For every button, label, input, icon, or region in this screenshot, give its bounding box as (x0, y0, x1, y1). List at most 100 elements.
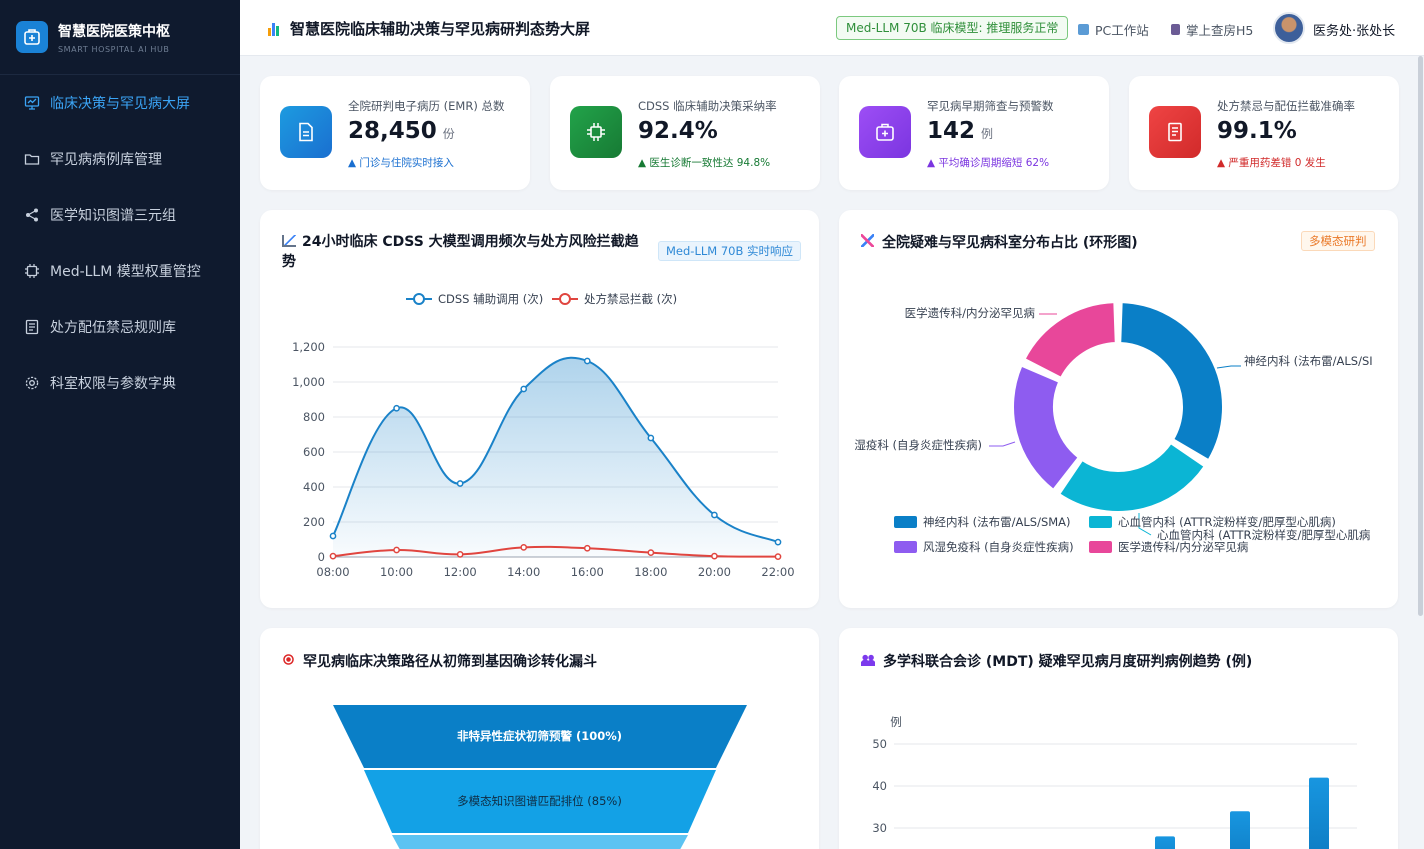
bar (1309, 777, 1329, 849)
funnel-stage (392, 835, 688, 849)
data-point (393, 546, 400, 554)
user-name[interactable]: 医务处·张处长 (1313, 20, 1395, 39)
legend-label: CDSS 辅助调用 (次) (438, 292, 543, 306)
medical-kit-icon (859, 106, 911, 158)
y-tick-label: 800 (303, 410, 325, 424)
x-tick-label: 10:00 (380, 565, 413, 579)
app-name: 智慧医院医策中枢 (58, 23, 170, 40)
funnel-stage-label: 多模态知识图谱匹配排位 (85%) (457, 794, 622, 808)
sidebar-item-label: 医学知识图谱三元组 (50, 208, 176, 224)
legend-swatch (1089, 516, 1112, 528)
donut-callout-neuro: 神经内科 (法布雷/ALS/SI (1244, 354, 1373, 368)
line-chart-panel: 24小时临床 CDSS 大模型调用频次与处方风险拦截趋势 Med-LLM 70B… (260, 210, 819, 608)
scrollbar-track[interactable] (1417, 56, 1424, 849)
bar-chart-icon (268, 22, 282, 36)
sidebar-item-prescription-rules[interactable]: 处方配伍禁忌规则库 (0, 299, 240, 355)
document-icon (25, 319, 39, 335)
kpi-label: 罕见病早期筛查与预警数 (927, 99, 1054, 113)
data-point (329, 532, 337, 540)
y-tick-label: 30 (872, 821, 887, 835)
data-point (774, 553, 782, 560)
kpi-label: 全院研判电子病历 (EMR) 总数 (348, 99, 505, 113)
donut-slice (1023, 301, 1117, 379)
kpi-value: 92.4% (638, 118, 718, 144)
x-tick-label: 20:00 (698, 565, 731, 579)
x-tick-label: 22:00 (761, 565, 794, 579)
y-tick-label: 400 (303, 480, 325, 494)
cdss-area (333, 357, 778, 557)
sidebar-item-settings[interactable]: 科室权限与参数字典 (0, 355, 240, 411)
donut-callout-genetics: 医学遗传科/内分泌罕见病 (905, 306, 1036, 320)
y-tick-label: 50 (872, 737, 887, 751)
sidebar-item-model-weights[interactable]: Med-LLM 模型权重管控 (0, 243, 240, 299)
legend-label: 心血管内科 (ATTR淀粉样变/肥厚型心肌病) (1118, 515, 1336, 529)
donut-slice (1012, 364, 1080, 491)
data-point (583, 544, 591, 552)
sidebar-item-label: Med-LLM 模型权重管控 (50, 264, 201, 280)
legend-marker (413, 293, 425, 305)
hospital-logo-icon (16, 21, 48, 53)
kpi-trend: ▲ 门诊与住院实时接入 (348, 157, 454, 169)
data-point (583, 357, 591, 365)
prescription-icon (1149, 106, 1201, 158)
page-title: 智慧医院临床辅助决策与罕见病研判态势大屏 (268, 18, 590, 39)
sidebar-item-label: 科室权限与参数字典 (50, 376, 176, 392)
share-icon (26, 208, 38, 222)
model-status-badge: Med-LLM 70B 临床模型: 推理服务正常 (836, 16, 1069, 40)
app-subtitle: SMART HOSPITAL AI HUB (58, 44, 170, 54)
data-point (520, 385, 528, 393)
kpi-value: 99.1% (1217, 118, 1297, 144)
callout-line (989, 441, 1016, 447)
bar-chart: 例 30 40 50 (872, 715, 1357, 849)
kpi-label: 处方禁忌与配伍拦截准确率 (1217, 99, 1355, 113)
phone-icon (1171, 24, 1180, 35)
donut-chart: 医学遗传科/内分泌罕见病 神经内科 (法布雷/ALS/SI 湿疫科 (自身炎症性… (854, 301, 1373, 554)
legend-swatch (1089, 541, 1112, 553)
scrollbar-thumb[interactable] (1418, 56, 1423, 616)
data-point (456, 551, 464, 558)
kpi-trend: ▲ 医生诊断一致性达 94.8% (638, 157, 771, 169)
top-header: 智慧医院临床辅助决策与罕见病研判态势大屏 Med-LLM 70B 临床模型: 推… (240, 0, 1424, 56)
kpi-trend: ▲ 平均确诊周期缩短 62% (927, 157, 1050, 169)
x-tick-label: 18:00 (634, 565, 667, 579)
data-point (774, 538, 782, 546)
funnel-stage-label: 非特异性症状初筛预警 (100%) (456, 729, 623, 743)
kpi-card-prescription: 处方禁忌与配伍拦截准确率 99.1% ▲ 严重用药差错 0 发生 (1129, 76, 1399, 190)
kpi-card-rare-disease: 罕见病早期筛查与预警数 142 例 ▲ 平均确诊周期缩短 62% (839, 76, 1109, 190)
sidebar-item-knowledge-graph[interactable]: 医学知识图谱三元组 (0, 187, 240, 243)
kpi-label: CDSS 临床辅助决策采纳率 (638, 99, 777, 113)
y-tick-label: 40 (872, 779, 887, 793)
kpi-card-cdss: CDSS 临床辅助决策采纳率 92.4% ▲ 医生诊断一致性达 94.8% (550, 76, 820, 190)
sidebar-item-case-library[interactable]: 罕见病病例库管理 (0, 131, 240, 187)
data-point (329, 552, 337, 560)
monitor-icon (1078, 24, 1089, 35)
x-tick-label: 14:00 (507, 565, 540, 579)
x-tick-label: 08:00 (316, 565, 349, 579)
y-tick-label: 200 (303, 515, 325, 529)
y-tick-label: 1,200 (292, 340, 325, 354)
data-point (520, 544, 528, 551)
data-point (711, 511, 718, 519)
legend-label: 风湿免疫科 (自身炎症性疾病) (923, 540, 1074, 554)
pc-workstation-link[interactable]: PC工作站 (1078, 20, 1149, 39)
legend-marker (559, 293, 571, 305)
donut-slice (1058, 442, 1206, 513)
data-point (393, 404, 400, 412)
kpi-card-emr: 全院研判电子病历 (EMR) 总数 28,450 份 ▲ 门诊与住院实时接入 (260, 76, 530, 190)
y-tick-label: 1,000 (292, 375, 325, 389)
data-point (647, 434, 655, 442)
sidebar-item-dashboard[interactable]: 临床决策与罕见病大屏 (0, 75, 240, 131)
avatar[interactable] (1273, 12, 1305, 44)
y-axis-label: 例 (890, 715, 902, 729)
y-tick-label: 600 (303, 445, 325, 459)
x-tick-label: 16:00 (571, 565, 604, 579)
sidebar-nav: 临床决策与罕见病大屏 罕见病病例库管理 医学知识图谱三元组 Med-LLM 模型… (0, 75, 240, 411)
sidebar-item-label: 临床决策与罕见病大屏 (50, 96, 190, 112)
document-icon (280, 106, 332, 158)
kpi-value: 142 例 (927, 118, 994, 144)
legend-label: 处方禁忌拦截 (次) (584, 292, 677, 306)
dashboard-icon (24, 96, 40, 110)
mobile-rounds-link[interactable]: 掌上查房H5 (1171, 20, 1253, 39)
legend-swatch (894, 516, 917, 528)
donut-slice (1119, 301, 1224, 462)
